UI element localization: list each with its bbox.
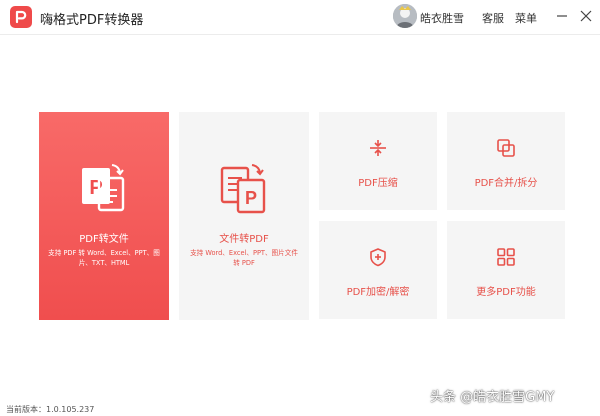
file-to-pdf-desc: 支持 Word、Excel、PPT、图片文件转 PDF: [190, 249, 298, 267]
grid-icon: [497, 248, 515, 266]
menu-link[interactable]: 菜单: [515, 10, 537, 26]
svg-text:P: P: [89, 177, 102, 199]
close-button[interactable]: [576, 6, 596, 26]
username[interactable]: 皓衣胜雪: [420, 10, 464, 26]
app-logo-icon: [10, 6, 32, 28]
compress-icon: [370, 140, 386, 156]
file-to-pdf-card[interactable]: P 文件转PDF 支持 Word、Excel、PPT、图片文件转 PDF: [179, 112, 309, 320]
pdf-to-file-icon: P: [82, 164, 125, 212]
minimize-icon: [557, 15, 567, 17]
pdf-to-file-card[interactable]: P PDF转文件 支持 PDF 转 Word、Excel、PPT、图片、TXT、…: [39, 112, 169, 320]
pdf-to-file-label: PDF转文件: [79, 234, 129, 245]
pdf-to-file-desc: 支持 PDF 转 Word、Excel、PPT、图片、TXT、HTML: [48, 249, 160, 267]
close-icon: [580, 10, 592, 22]
version-text: 当前版本：1.0.105.237: [6, 405, 95, 414]
more-pdf-features-label: 更多PDF功能: [476, 287, 536, 298]
watermark: 头条 @皓衣胜雪GMY: [430, 390, 555, 405]
file-to-pdf-icon: P: [220, 164, 266, 214]
title-bar: 嗨格式PDF转换器 皓衣胜雪 客服 菜单: [0, 0, 600, 35]
pdf-merge-split-card[interactable]: PDF合并/拆分: [447, 112, 565, 210]
merge-split-icon: [497, 139, 515, 157]
pdf-encrypt-card[interactable]: PDF加密/解密: [319, 221, 437, 319]
svg-text:P: P: [245, 188, 257, 208]
pdf-encrypt-label: PDF加密/解密: [346, 287, 410, 298]
pdf-compress-label: PDF压缩: [358, 178, 398, 189]
customer-service-link[interactable]: 客服: [482, 10, 504, 26]
more-pdf-features-card[interactable]: 更多PDF功能: [447, 221, 565, 319]
user-avatar[interactable]: [393, 4, 417, 28]
shield-icon: [370, 248, 386, 267]
minimize-button[interactable]: [552, 6, 572, 26]
pdf-compress-card[interactable]: PDF压缩: [319, 112, 437, 210]
file-to-pdf-label: 文件转PDF: [219, 234, 269, 245]
app-title: 嗨格式PDF转换器: [40, 13, 144, 28]
pdf-merge-split-label: PDF合并/拆分: [474, 178, 538, 189]
